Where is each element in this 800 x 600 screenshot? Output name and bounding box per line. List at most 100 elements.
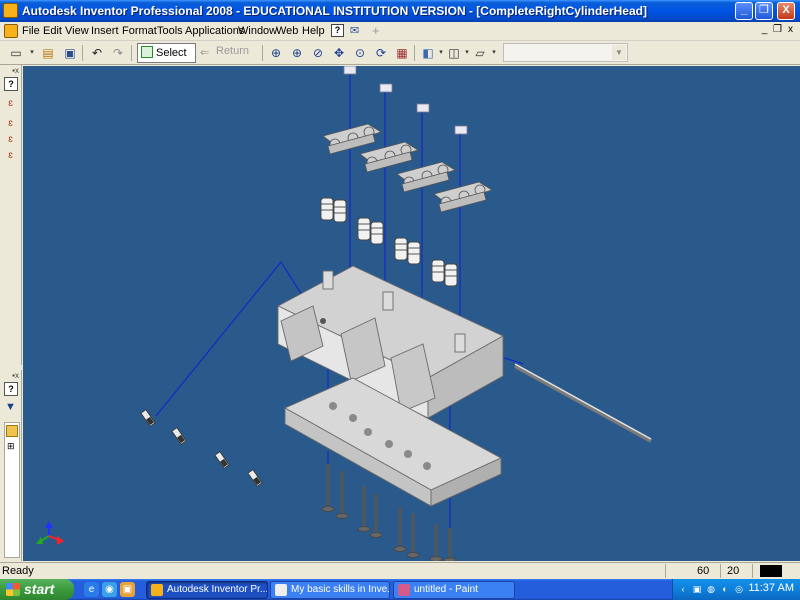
spark-plug [171,427,187,445]
rocker-clip [343,66,357,75]
rocker-clip [416,103,430,113]
open-folder-icon[interactable]: ▤ [40,45,56,61]
rocker-clip [379,83,393,93]
document-minimize-button[interactable]: _ [759,25,770,36]
filter-icon[interactable]: ▼ [5,401,16,413]
status-indicator [760,565,782,577]
taskbar-item-inventor[interactable]: Autodesk Inventor Pr... [146,581,268,599]
quicklaunch-app-icon[interactable]: ▣ [120,582,135,597]
start-button[interactable]: start [0,579,74,600]
panel-close-icon[interactable]: ▪x [12,66,19,75]
tray-volume-icon[interactable]: ◐ [719,583,731,595]
document-restore-button[interactable]: ❐ [772,25,783,36]
menu-bar: File Edit View Insert Format Tools Appli… [0,22,800,41]
menu-tools[interactable]: Tools [157,25,183,37]
inventor-app-icon[interactable] [3,3,18,18]
zoom-icon[interactable]: ⊘ [310,45,326,61]
valve [357,486,371,532]
spring-pair [431,259,458,287]
ground-plane-dropdown-icon[interactable]: ▾ [486,45,502,61]
new-file-icon[interactable]: ▭ [8,45,24,61]
spark-plug [214,451,230,469]
windows-taskbar: start e ◉ ▣ Autodesk Inventor Pr... My b… [0,579,800,600]
panel-help-icon[interactable]: ? [4,77,18,91]
zoom-window-icon[interactable]: ⊕ [289,45,305,61]
new-dropdown-icon[interactable]: ▾ [24,45,40,61]
toolbar-separator [262,45,263,61]
internet-explorer-icon[interactable]: e [84,582,99,597]
clock[interactable]: 11:37 AM [748,582,794,594]
menu-help[interactable]: Help [302,25,325,37]
windows-flag-icon [6,583,20,596]
browser-help-icon[interactable]: ? [4,382,18,396]
select-button[interactable]: Select [137,43,196,63]
rocker-clips [343,66,468,135]
document-close-button[interactable]: x [785,25,796,36]
cylinder-head [277,265,504,419]
tray-network-icon[interactable]: ▣ [691,583,703,595]
menu-web[interactable]: Web [276,25,298,37]
system-tray: ‹ ▣ ◍ ◐ ◎ 11:37 AM [672,579,800,600]
document-icon[interactable] [4,24,18,38]
spring-pair [394,237,421,265]
add-icon[interactable]: + [372,23,380,38]
valve [406,513,420,558]
media-player-icon[interactable]: ◉ [102,582,117,597]
restore-button[interactable]: ❐ [755,2,773,20]
model-browser-tree[interactable]: ⊞ [4,422,20,558]
toolbar-separator [82,45,83,61]
zoom-selected-icon[interactable]: ⊙ [352,45,368,61]
panel-tool-3-icon[interactable]: ɛ [4,133,17,146]
tray-arrow-icon[interactable]: ‹ [677,583,689,595]
panel-tool-4-icon[interactable]: ɛ [4,149,17,162]
status-divider [665,564,666,578]
rocker-arm-group [322,123,382,155]
zoom-all-icon[interactable]: ⊕ [268,45,284,61]
menu-insert[interactable]: Insert [91,25,119,37]
panel-tool-2-icon[interactable]: ɛ [4,117,17,130]
close-button[interactable]: X [777,2,795,20]
menu-applications[interactable]: Applications [185,25,244,37]
spring-pair [357,217,384,245]
menu-window[interactable]: Window [238,25,277,37]
task-label: untitled - Paint [414,584,478,595]
undo-icon[interactable]: ↶ [89,45,105,61]
tray-security-icon[interactable]: ◍ [705,583,717,595]
title-bar[interactable]: Autodesk Inventor Professional 2008 - ED… [0,0,800,22]
combo-dropdown-icon[interactable]: ▼ [612,45,626,60]
rotate-icon[interactable]: ⟳ [373,45,389,61]
menu-file[interactable]: File [22,25,40,37]
return-button[interactable]: ⇐ Return [200,45,250,59]
inventor-task-icon [151,584,163,596]
redo-icon[interactable]: ↷ [110,45,126,61]
return-button-label: Return [216,45,250,57]
rocker-arm-group [396,161,456,193]
assembly-icon[interactable] [6,425,18,437]
pan-icon[interactable]: ✥ [331,45,347,61]
taskbar-item-paint[interactable]: untitled - Paint [393,581,515,599]
whats-this-help-icon[interactable]: ? [331,24,344,37]
taskbar-item-document[interactable]: My basic skills in Inve... [270,581,390,599]
tray-sync-icon[interactable]: ◎ [733,583,745,595]
graphics-viewport[interactable] [23,66,800,561]
toolbar-separator [414,45,415,61]
valve [393,507,407,552]
menu-edit[interactable]: Edit [43,25,62,37]
exploded-assembly-view[interactable] [23,66,800,561]
look-at-icon[interactable]: ▦ [394,45,410,61]
minimize-button[interactable]: _ [735,2,753,20]
return-arrow-icon: ⇐ [200,47,210,59]
browser-close-icon[interactable]: ▪x [12,371,19,380]
valve [369,494,383,538]
save-icon[interactable]: ▣ [62,45,78,61]
valve [321,464,335,512]
menu-view[interactable]: View [65,25,89,37]
standard-toolbar: ▭ ▾ ▤ ▣ ↶ ↷ Select ⇐ Return ⊕ ⊕ ⊘ ✥ ⊙ ⟳ … [0,41,800,65]
expand-node-icon[interactable]: ⊞ [7,441,15,452]
task-label: My basic skills in Inve... [291,584,390,595]
status-divider [720,564,721,578]
panel-tool-1-icon[interactable]: ɛ [4,97,17,110]
color-override-combo[interactable]: ▼ [503,43,628,62]
web-link-icon[interactable]: ✉ [350,24,359,37]
menu-format[interactable]: Format [122,25,157,37]
